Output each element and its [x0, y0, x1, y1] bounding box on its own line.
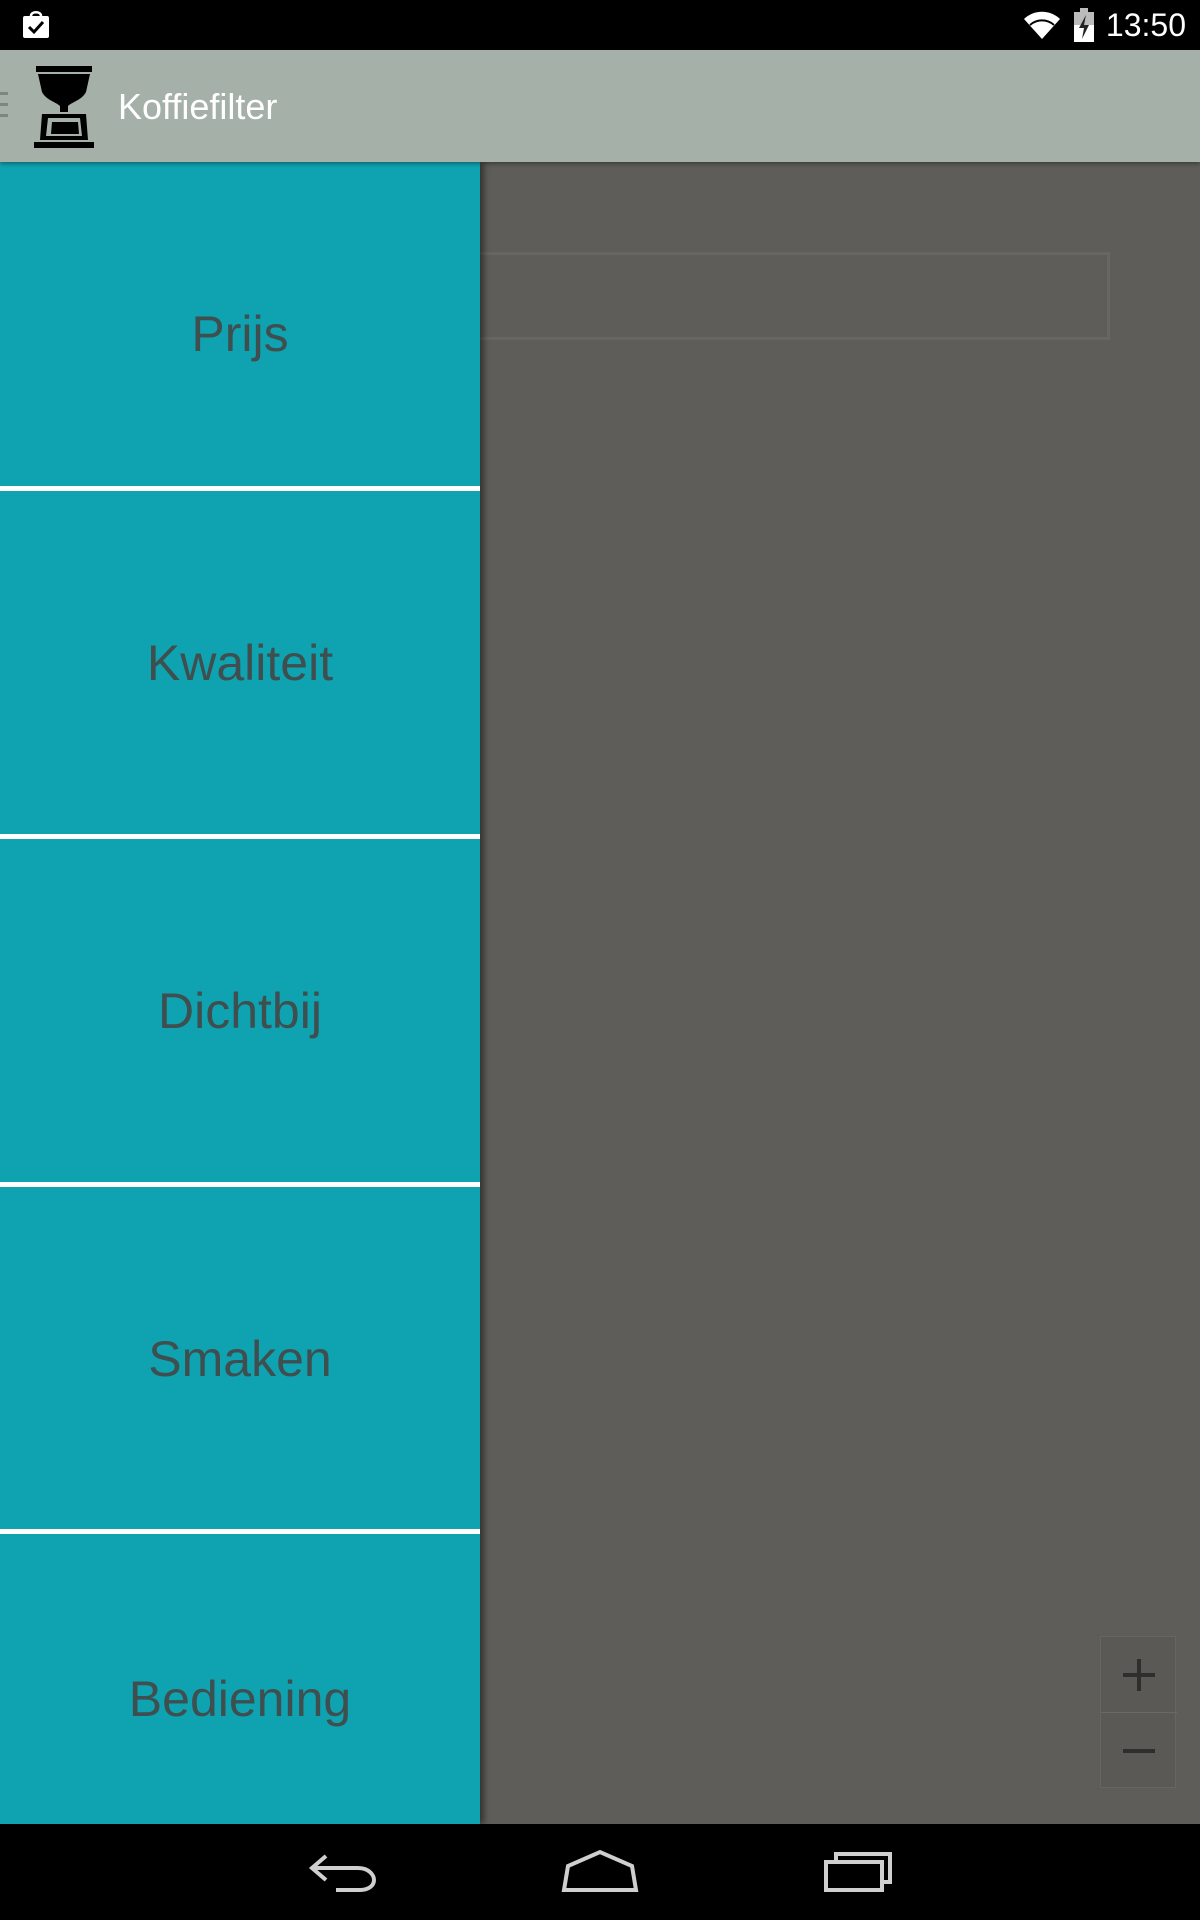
back-icon[interactable] — [306, 1842, 378, 1902]
status-time: 13:50 — [1105, 6, 1186, 43]
plus-icon — [1123, 1658, 1155, 1691]
zoom-out-button[interactable] — [1101, 1713, 1177, 1788]
zoom-controls — [1100, 1636, 1177, 1788]
minus-icon — [1123, 1748, 1155, 1753]
navigation-drawer: Prijs Kwaliteit Dichtbij Smaken Bedienin… — [0, 162, 480, 1824]
drawer-item-kwaliteit[interactable]: Kwaliteit — [0, 491, 480, 835]
screen: 13:50 Koffiefilter Prijs Kwaliteit Dicht… — [0, 0, 1200, 1920]
wifi-icon — [1023, 11, 1060, 39]
shopping-bag-check-icon — [23, 11, 49, 38]
drawer-indicator-icon[interactable] — [0, 90, 10, 120]
action-bar: Koffiefilter — [0, 50, 1200, 162]
drawer-item-prijs[interactable]: Prijs — [0, 162, 480, 506]
recent-apps-icon[interactable] — [822, 1842, 894, 1902]
home-icon[interactable] — [560, 1842, 640, 1902]
battery-charging-icon — [1073, 8, 1094, 42]
zoom-in-button[interactable] — [1101, 1637, 1177, 1712]
app-title: Koffiefilter — [118, 86, 278, 127]
system-nav-bar — [0, 1824, 1200, 1920]
drawer-item-dichtbij[interactable]: Dichtbij — [0, 839, 480, 1183]
drawer-item-smaken[interactable]: Smaken — [0, 1187, 480, 1531]
search-field[interactable] — [470, 252, 1110, 340]
status-bar: 13:50 — [0, 0, 1200, 50]
status-icons: 13:50 — [1022, 0, 1186, 50]
drawer-item-bediening[interactable]: Bediening — [0, 1534, 480, 1824]
coffee-maker-icon[interactable] — [32, 64, 96, 150]
